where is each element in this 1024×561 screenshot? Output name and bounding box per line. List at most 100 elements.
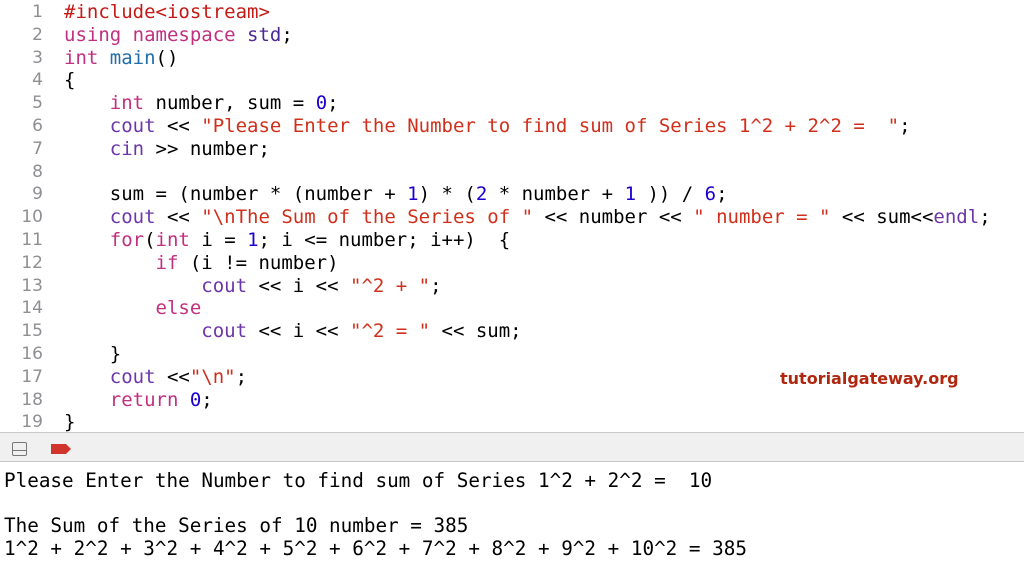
code-token: ; xyxy=(327,92,339,115)
code-text: for(int i = 1; i <= number; i++) { xyxy=(64,229,510,252)
line-number: 16 xyxy=(21,344,43,364)
code-text: int main() xyxy=(64,47,178,70)
code-token: ; xyxy=(430,274,442,297)
code-token: 1 xyxy=(407,183,419,206)
code-token: ; xyxy=(235,365,248,388)
code-token: 1 xyxy=(247,229,259,251)
line-number: 9 xyxy=(32,184,43,205)
console-line: The Sum of the Series of 10 number = 385 xyxy=(4,514,469,537)
code-token: cout xyxy=(201,274,248,297)
code-token: int xyxy=(64,46,110,69)
code-token: << i << xyxy=(247,274,350,297)
code-text: using namespace std; xyxy=(64,24,293,47)
toggle-console-icon[interactable] xyxy=(12,442,27,456)
code-text: #include<iostream> xyxy=(64,1,270,24)
code-token: " number = " xyxy=(693,206,831,229)
code-token: () xyxy=(155,46,179,69)
line-number: 19 xyxy=(21,412,43,432)
line-number: 11 xyxy=(21,230,43,250)
code-token: "Please Enter the Number to find sum of … xyxy=(201,115,900,137)
code-token: #include<iostream> xyxy=(64,1,270,23)
code-token: "\nThe Sum of the Series of " xyxy=(201,206,534,229)
line-number: 14 xyxy=(21,298,43,319)
line-number: 2 xyxy=(32,24,43,45)
line-number: 15 xyxy=(21,321,43,342)
console-output[interactable]: Please Enter the Number to find sum of S… xyxy=(0,462,1024,561)
code-token: int xyxy=(155,229,202,251)
code-token: << xyxy=(155,206,202,229)
code-token: int xyxy=(109,92,156,115)
line-number: 13 xyxy=(21,275,43,296)
code-token: sum = (number * (number + xyxy=(64,183,408,206)
line-number: 6 xyxy=(32,116,43,136)
code-token: * number + xyxy=(487,183,625,206)
code-token: ; xyxy=(979,206,991,229)
code-token: ; xyxy=(899,115,911,137)
code-text: { xyxy=(64,69,75,92)
code-token: ; xyxy=(281,23,293,46)
code-token: for xyxy=(109,229,145,251)
code-text: cout << i << "^2 = " << sum; xyxy=(64,320,522,343)
line-number: 8 xyxy=(32,161,43,182)
line-number: 10 xyxy=(21,207,43,228)
code-token: << sum; xyxy=(430,320,522,343)
code-token: if xyxy=(155,251,179,274)
code-token: (i != number) xyxy=(178,251,339,274)
code-token: << number << xyxy=(533,206,694,229)
line-number: 1 xyxy=(32,2,43,22)
code-token: endl xyxy=(933,206,980,229)
code-token: 2 xyxy=(475,183,488,206)
code-text: } xyxy=(64,411,75,432)
code-token: 0 xyxy=(189,388,202,411)
code-token: ( xyxy=(144,229,156,251)
code-token: "^2 + " xyxy=(350,274,431,297)
code-token: )) / xyxy=(636,183,705,206)
code-token: } xyxy=(64,343,122,365)
line-number: 18 xyxy=(21,389,43,410)
code-editor[interactable]: 1 #include<iostream> 2 using namespace std;… xyxy=(0,0,1024,432)
debug-bar xyxy=(0,432,1024,462)
code-token: else xyxy=(155,297,202,320)
code-text: sum = (number * (number + 1) * (2 * numb… xyxy=(64,183,728,206)
code-token: main xyxy=(109,46,156,69)
code-token: << i << xyxy=(247,320,350,343)
code-token: cout xyxy=(109,206,156,229)
code-text: else xyxy=(64,297,202,320)
code-token: cout xyxy=(109,365,156,388)
code-token: { xyxy=(64,69,76,92)
breakpoint-icon[interactable] xyxy=(51,444,71,454)
code-token: return xyxy=(109,388,190,411)
code-token: cin xyxy=(109,137,145,160)
code-token: std xyxy=(247,23,282,46)
code-text: return 0; xyxy=(64,389,213,412)
code-token: << xyxy=(155,365,190,388)
code-token: ; xyxy=(201,388,213,411)
code-token: i = xyxy=(201,229,248,251)
code-text: cout << "Please Enter the Number to find… xyxy=(64,115,911,138)
code-token: << xyxy=(155,115,202,137)
code-token: "\n" xyxy=(189,365,236,388)
code-token: "^2 = " xyxy=(350,320,431,343)
console-line: Please Enter the Number to find sum of S… xyxy=(4,469,713,492)
code-token: using namespace xyxy=(64,23,248,46)
code-text: int number, sum = 0; xyxy=(64,92,339,115)
code-text: cout <<"\n"; xyxy=(64,366,247,389)
code-token: << sum<< xyxy=(830,206,934,229)
code-token: } xyxy=(64,411,76,432)
line-number: 17 xyxy=(21,366,43,387)
code-token: cout xyxy=(109,115,156,137)
code-token: 1 xyxy=(624,183,637,206)
code-text: cout << i << "^2 + "; xyxy=(64,274,442,298)
line-number: 7 xyxy=(32,138,43,159)
code-token: 6 xyxy=(704,183,717,206)
